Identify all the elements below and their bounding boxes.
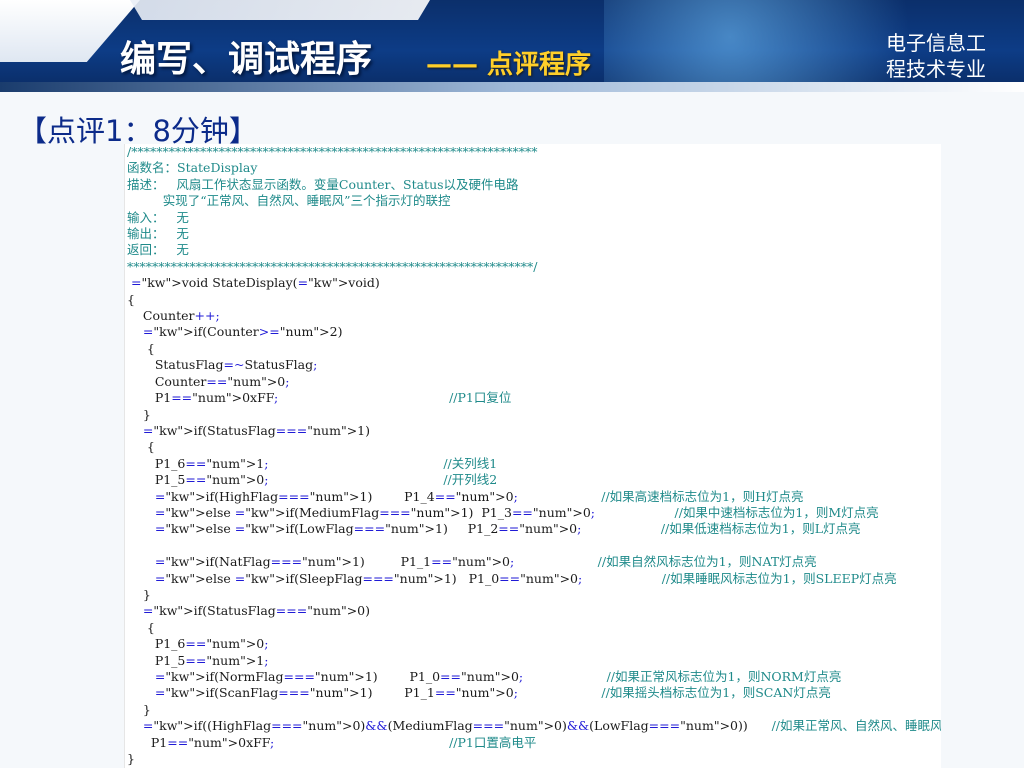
code-listing: /***************************************…: [124, 144, 941, 768]
department-line-1: 电子信息工: [886, 31, 986, 55]
code-line: {: [127, 439, 155, 455]
code-line: }: [127, 701, 151, 717]
code-line: ​: [127, 538, 941, 554]
code-line: 输出： 无: [127, 226, 189, 242]
code-text: /***************************************…: [125, 144, 941, 767]
department-label: 电子信息工 程技术专业: [886, 30, 1016, 82]
code-line: ="kw">if((HighFlag==="num">0)&&(MediumFl…: [142, 718, 941, 734]
code-line: ="kw">else ="kw">if(SleepFlag==="num">1)…: [154, 570, 897, 586]
code-line: ="kw">void StateDisplay(="kw">void): [130, 275, 380, 291]
code-line: 输入： 无: [127, 209, 189, 225]
code-line: P1=="num">0xFF; //P1口复位: [127, 390, 512, 406]
code-line: {: [127, 619, 155, 635]
code-line: ="kw">if(StatusFlag==="num">0): [142, 603, 370, 619]
code-line: Counter++;: [127, 308, 220, 324]
code-line: ="kw">if(NormFlag==="num">1) P1_0=="num"…: [154, 669, 842, 684]
code-line: ****************************************…: [127, 258, 538, 274]
code-line: Counter=="num">0;: [127, 373, 290, 389]
code-line: ="kw">if(NatFlag==="num">1) P1_1=="num">…: [154, 554, 817, 570]
code-line: 描述： 风扇工作状态显示函数。变量Counter、Status以及硬件电路: [127, 176, 519, 192]
code-line: P1_5=="num">1;: [127, 652, 269, 668]
code-line: 函数名：StateDisplay: [127, 160, 258, 176]
department-line-2: 程技术专业: [886, 57, 986, 81]
code-line: {: [127, 291, 135, 307]
code-line: ="kw">if(Counter>="num">2): [142, 324, 343, 340]
code-line: }: [127, 406, 151, 422]
code-line: ="kw">else ="kw">if(LowFlag==="num">1) P…: [154, 521, 861, 537]
code-line: P1_5=="num">0; //开列线2: [127, 472, 498, 488]
code-line: }: [127, 751, 135, 767]
code-line: /***************************************…: [127, 144, 538, 159]
code-line: {: [127, 340, 155, 356]
slide-subtitle: —— 点评程序: [426, 50, 592, 80]
header-slant-decoration: [130, 0, 430, 20]
code-line: P1=="num">0xFF; //P1口置高电平: [127, 734, 537, 750]
code-line: ="kw">else ="kw">if(MediumFlag==="num">1…: [154, 504, 879, 520]
code-line: ="kw">if(HighFlag==="num">1) P1_4=="num"…: [154, 488, 804, 504]
code-line: }: [127, 586, 151, 602]
slide-title: 编写、调试程序: [120, 39, 373, 80]
code-line: ="kw">if(StatusFlag==="num">1): [142, 422, 370, 438]
code-line: P1_6=="num">0;: [127, 636, 269, 652]
code-line: ="kw">if(ScanFlag==="num">1) P1_1=="num"…: [154, 685, 831, 701]
code-line: P1_6=="num">1; //关列线1: [127, 455, 498, 471]
code-line: 返回： 无: [127, 242, 189, 258]
header-white-tab: [0, 0, 140, 62]
header-bottom-band: [0, 82, 1024, 92]
code-line: 实现了“正常风、自然风、睡眠风”三个指示灯的联控: [127, 193, 451, 209]
code-line: StatusFlag=~StatusFlag;: [127, 357, 318, 373]
